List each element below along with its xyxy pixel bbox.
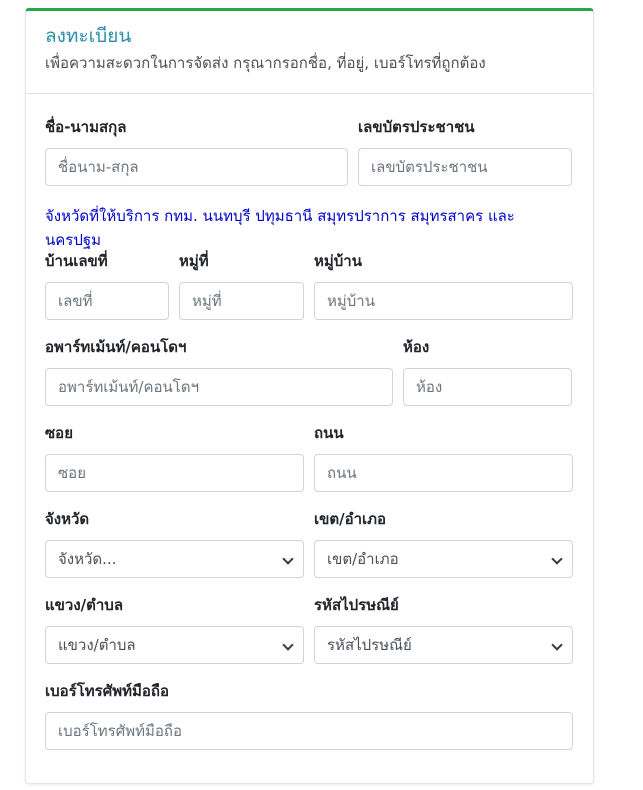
road-label: ถนน	[314, 424, 344, 442]
chevron-down-icon	[282, 639, 294, 651]
province-select-value: จังหวัด...	[58, 550, 117, 568]
village-label: หมู่บ้าน	[314, 252, 362, 270]
name-label: ชื่อ-นามสกุล	[45, 118, 127, 136]
name-input[interactable]: ชื่อนาม-สกุล	[45, 148, 348, 186]
soi-label: ซอย	[45, 424, 73, 442]
room-label: ห้อง	[403, 338, 430, 356]
subdistrict-label: แขวง/ตำบล	[45, 596, 124, 614]
page-title: ลงทะเบียน	[45, 25, 132, 47]
moo-input[interactable]: หมู่ที่	[179, 282, 304, 320]
province-label: จังหวัด	[45, 510, 90, 528]
page-subtitle: เพื่อความสะดวกในการจัดส่ง กรุณากรอกชื่อ,…	[45, 54, 486, 72]
district-label: เขต/อำเภอ	[314, 510, 387, 528]
district-select[interactable]: เขต/อำเภอ	[314, 540, 573, 578]
postcode-select-value: รหัสไปรษณีย์	[327, 636, 412, 654]
village-input[interactable]: หมู่บ้าน	[314, 282, 573, 320]
soi-input[interactable]: ซอย	[45, 454, 304, 492]
phone-input[interactable]: เบอร์โทรศัพท์มือถือ	[45, 712, 573, 750]
id-card-label: เลขบัตรประชาชน	[358, 118, 475, 136]
road-input[interactable]: ถนน	[314, 454, 573, 492]
condo-input[interactable]: อพาร์ทเม้นท์/คอนโดฯ	[45, 368, 393, 406]
district-select-value: เขต/อำเภอ	[327, 550, 399, 568]
moo-label: หมู่ที่	[179, 252, 209, 270]
condo-label: อพาร์ทเม้นท์/คอนโดฯ	[45, 338, 187, 356]
house-no-label: บ้านเลขที่	[45, 252, 108, 270]
room-input[interactable]: ห้อง	[403, 368, 572, 406]
postcode-select[interactable]: รหัสไปรษณีย์	[314, 626, 573, 664]
chevron-down-icon	[551, 639, 563, 651]
house-no-input[interactable]: เลขที่	[45, 282, 169, 320]
id-card-input[interactable]: เลขบัตรประชาชน	[358, 148, 572, 186]
subdistrict-select[interactable]: แขวง/ตำบล	[45, 626, 304, 664]
chevron-down-icon	[551, 553, 563, 565]
service-area-notice: จังหวัดที่ให้บริการ กทม. นนทบุรี ปทุมธาน…	[45, 207, 515, 249]
card-header: ลงทะเบียน เพื่อความสะดวกในการจัดส่ง กรุณ…	[26, 11, 593, 94]
province-select[interactable]: จังหวัด...	[45, 540, 304, 578]
chevron-down-icon	[282, 553, 294, 565]
subdistrict-select-value: แขวง/ตำบล	[58, 636, 136, 654]
registration-card: ลงทะเบียน เพื่อความสะดวกในการจัดส่ง กรุณ…	[25, 8, 594, 784]
postcode-label: รหัสไปรษณีย์	[314, 596, 399, 614]
phone-label: เบอร์โทรศัพท์มือถือ	[45, 682, 169, 700]
